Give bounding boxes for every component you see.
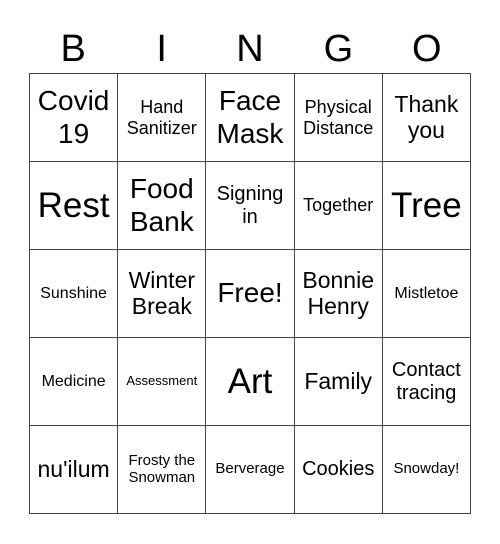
bingo-cell[interactable]: Winter Break [118, 250, 207, 338]
header-letter-o: O [412, 28, 442, 70]
bingo-cell[interactable]: Art [206, 338, 295, 426]
bingo-cell[interactable]: Signing in [206, 162, 295, 250]
bingo-cell[interactable]: Food Bank [118, 162, 207, 250]
bingo-cell[interactable]: Hand Sanitizer [118, 74, 207, 162]
bingo-cell[interactable]: Berverage [206, 426, 295, 514]
header-letter-i: I [156, 28, 167, 70]
bingo-cell[interactable]: Tree [382, 162, 471, 250]
bingo-cell[interactable]: Together [294, 162, 383, 250]
bingo-grid: Covid 19 Hand Sanitizer Face Mask Physic… [29, 73, 471, 514]
bingo-cell[interactable]: Frosty the Snowman [118, 426, 207, 514]
bingo-cell[interactable]: Bonnie Henry [294, 250, 383, 338]
bingo-cell[interactable]: Medicine [30, 338, 119, 426]
bingo-cell[interactable]: Rest [30, 162, 119, 250]
bingo-cell[interactable]: Physical Distance [294, 74, 383, 162]
header-letter-b: B [60, 28, 86, 70]
bingo-cell[interactable]: Face Mask [206, 74, 295, 162]
header-letter-n: N [236, 28, 264, 70]
bingo-cell[interactable]: Family [294, 338, 383, 426]
header-letter-g: G [323, 28, 354, 70]
free-space-cell[interactable]: Free! [206, 250, 295, 338]
bingo-cell[interactable]: Assessment [118, 338, 207, 426]
bingo-cell[interactable]: Sunshine [30, 250, 119, 338]
bingo-cell[interactable]: Snowday! [382, 426, 471, 514]
bingo-cell[interactable]: Covid 19 [30, 74, 119, 162]
bingo-cell[interactable]: Cookies [294, 426, 383, 514]
bingo-cell[interactable]: nu'ilum [30, 426, 119, 514]
bingo-header: B I N G O [29, 26, 471, 72]
bingo-cell[interactable]: Contact tracing [382, 338, 471, 426]
bingo-cell[interactable]: Thank you [382, 74, 471, 162]
bingo-cell[interactable]: Mistletoe [382, 250, 471, 338]
